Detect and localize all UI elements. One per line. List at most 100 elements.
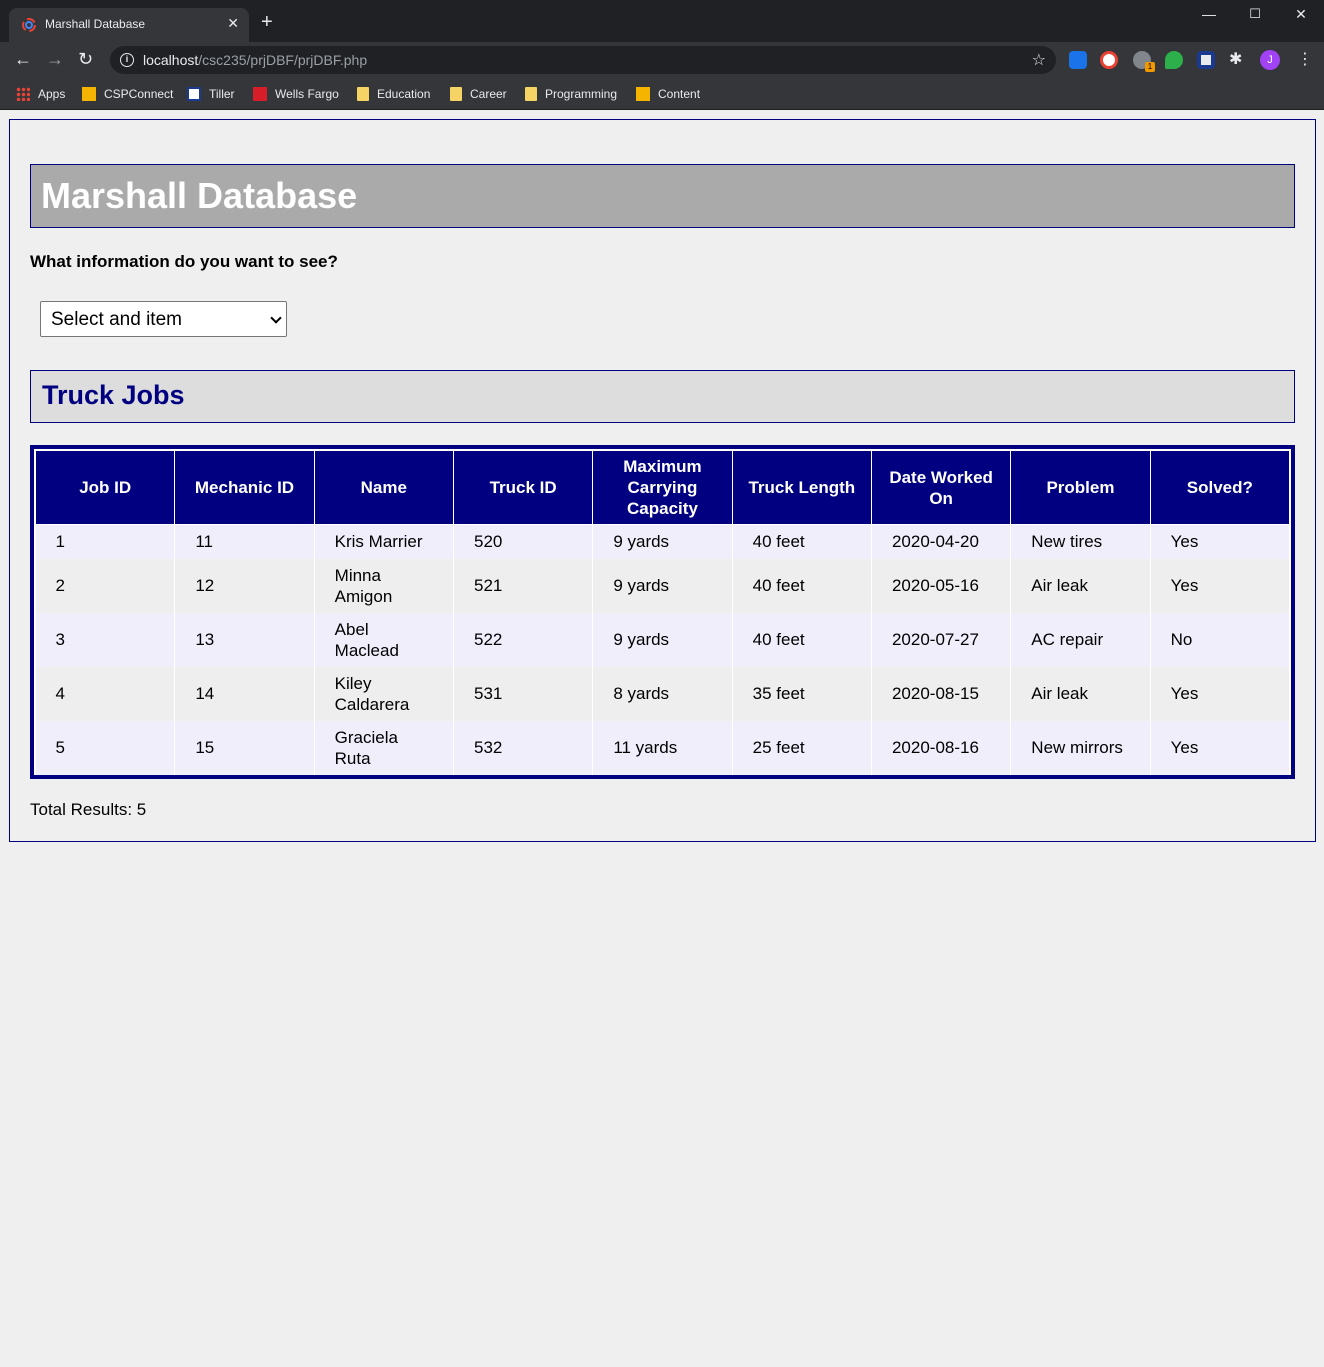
- maximize-icon[interactable]: ☐: [1245, 6, 1265, 22]
- tab-title: Marshall Database: [45, 17, 146, 31]
- section-header: Truck Jobs: [30, 370, 1295, 423]
- table-cell: 520: [453, 524, 594, 559]
- results-table-frame: Job ID Mechanic ID Name Truck ID Maximum…: [30, 445, 1295, 779]
- apps-grid-icon: [16, 87, 30, 101]
- new-tab-icon[interactable]: +: [261, 12, 273, 32]
- column-header: Truck Length: [731, 450, 872, 525]
- table-cell: 2: [35, 558, 176, 613]
- table-cell: 13: [174, 612, 315, 667]
- bookmark-wells-fargo[interactable]: Wells Fargo: [253, 85, 339, 103]
- table-cell: 531: [453, 666, 594, 721]
- table-cell: Kiley Caldarera: [314, 666, 454, 721]
- table-row: 1 11 Kris Marrier 520 9 yards 40 feet 20…: [35, 524, 1291, 559]
- table-cell: 11 yards: [592, 720, 733, 775]
- table-cell: 11: [174, 524, 315, 559]
- tab-close-icon[interactable]: ✕: [227, 15, 239, 32]
- table-cell: Yes: [1150, 524, 1291, 559]
- table-cell: New mirrors: [1010, 720, 1151, 775]
- extension-snowflake-icon[interactable]: [1069, 51, 1087, 69]
- browser-tabstrip: Marshall Database ✕ + — ☐ ✕: [0, 0, 1324, 42]
- page-header: Marshall Database: [30, 164, 1295, 228]
- site-info-icon[interactable]: i: [120, 53, 134, 67]
- table-cell: AC repair: [1010, 612, 1151, 667]
- folder-icon: [357, 87, 369, 101]
- table-cell: 14: [174, 666, 315, 721]
- table-cell: 1: [35, 524, 176, 559]
- bookmark-career[interactable]: Career: [450, 85, 507, 103]
- table-cell: 12: [174, 558, 315, 613]
- table-cell: Minna Amigon: [314, 558, 454, 613]
- column-header: Name: [313, 450, 454, 525]
- table-cell: 532: [453, 720, 594, 775]
- browser-tab[interactable]: Marshall Database ✕: [9, 8, 249, 42]
- bookmark-programming[interactable]: Programming: [525, 85, 617, 103]
- table-cell: No: [1150, 612, 1291, 667]
- extension-badge-count: 1: [1145, 62, 1155, 72]
- table-cell: 3: [35, 612, 176, 667]
- table-cell: 9 yards: [592, 612, 733, 667]
- table-cell: Yes: [1150, 558, 1291, 613]
- chevron-down-icon: [270, 312, 282, 324]
- forward-arrow-icon[interactable]: →: [46, 50, 64, 68]
- table-cell: Kris Marrier: [314, 524, 454, 559]
- window-close-icon[interactable]: ✕: [1291, 6, 1311, 23]
- evernote-icon[interactable]: [1165, 51, 1183, 69]
- table-cell: 9 yards: [592, 524, 733, 559]
- table-cell: 40 feet: [732, 524, 872, 559]
- extensions-puzzle-icon[interactable]: ✱: [1229, 49, 1242, 69]
- reload-icon[interactable]: ↻: [78, 50, 93, 68]
- table-cell: Air leak: [1010, 558, 1151, 613]
- page-title: Marshall Database: [41, 175, 358, 216]
- table-cell: Abel Maclead: [314, 612, 454, 667]
- folder-icon: [450, 87, 462, 101]
- minimize-icon[interactable]: —: [1199, 6, 1219, 22]
- pencil-icon: [82, 87, 96, 101]
- bookmark-cspconnect[interactable]: CSPConnect: [82, 85, 173, 103]
- address-bar[interactable]: i localhost/csc235/prjDBF/prjDBF.php ☆: [110, 46, 1056, 74]
- back-arrow-icon[interactable]: ←: [14, 50, 32, 68]
- column-header: Maximum Carrying Capacity: [592, 450, 733, 525]
- select-value: Select and item: [51, 309, 182, 330]
- table-cell: Yes: [1150, 666, 1291, 721]
- table-header-row: Job ID Mechanic ID Name Truck ID Maximum…: [34, 450, 1291, 525]
- bookmark-star-icon[interactable]: ☆: [1032, 50, 1046, 70]
- table-cell: 4: [35, 666, 176, 721]
- extension-lastpass-icon[interactable]: [1100, 51, 1118, 69]
- tiller-icon: [187, 87, 201, 101]
- column-header: Date Worked On: [870, 450, 1012, 525]
- table-cell: 40 feet: [732, 612, 872, 667]
- profile-avatar[interactable]: J: [1260, 50, 1280, 70]
- table-cell: 9 yards: [592, 558, 733, 613]
- table-row: 2 12 Minna Amigon 521 9 yards 40 feet 20…: [35, 558, 1291, 613]
- folder-icon: [525, 87, 537, 101]
- query-prompt: What information do you want to see?: [30, 252, 338, 271]
- page-container: Marshall Database What information do yo…: [9, 119, 1316, 842]
- site-favicon-icon: [22, 18, 36, 32]
- table-cell: Graciela Ruta: [314, 720, 454, 775]
- wells-fargo-icon: [253, 87, 267, 101]
- table-row: 3 13 Abel Maclead 522 9 yards 40 feet 20…: [35, 612, 1291, 667]
- table-cell: 2020-04-20: [871, 524, 1012, 559]
- table-cell: 5: [35, 720, 176, 775]
- bookmark-apps[interactable]: Apps: [16, 85, 65, 103]
- table-cell: 2020-05-16: [871, 558, 1012, 613]
- browser-menu-icon[interactable]: ⋮: [1297, 49, 1313, 69]
- bookmark-education[interactable]: Education: [357, 85, 430, 103]
- info-select-dropdown[interactable]: Select and item: [40, 301, 287, 337]
- bookmark-content[interactable]: Content: [636, 85, 700, 103]
- table-cell: 15: [174, 720, 315, 775]
- table-cell: Yes: [1150, 720, 1291, 775]
- bookmark-tiller[interactable]: Tiller: [187, 85, 235, 103]
- table-row: 4 14 Kiley Caldarera 531 8 yards 35 feet…: [35, 666, 1291, 721]
- table-row: 5 15 Graciela Ruta 532 11 yards 25 feet …: [35, 720, 1291, 775]
- table-cell: 522: [453, 612, 594, 667]
- table-cell: 2020-07-27: [871, 612, 1012, 667]
- table-cell: New tires: [1010, 524, 1151, 559]
- table-cell: 35 feet: [732, 666, 872, 721]
- table-cell: 2020-08-16: [871, 720, 1012, 775]
- url-text: localhost/csc235/prjDBF/prjDBF.php: [143, 52, 368, 68]
- extension-screen-icon[interactable]: [1197, 51, 1215, 69]
- table-cell: 521: [453, 558, 594, 613]
- results-table: Job ID Mechanic ID Name Truck ID Maximum…: [34, 450, 1291, 775]
- column-header: Solved?: [1149, 450, 1291, 525]
